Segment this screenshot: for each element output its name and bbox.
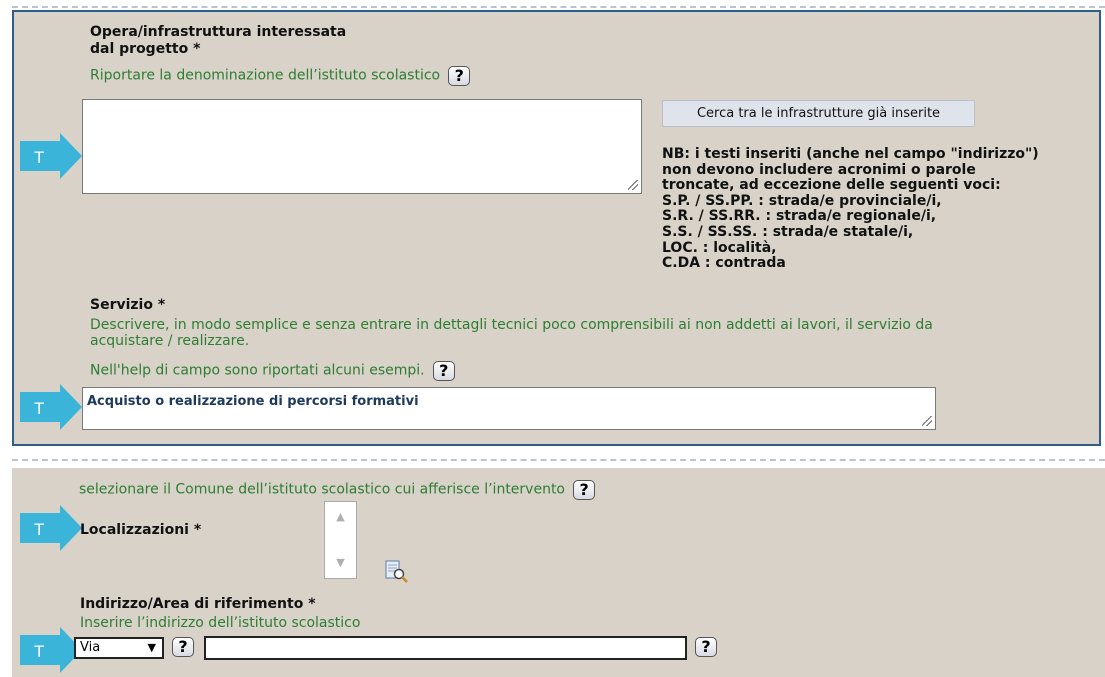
lookup-search-icon[interactable] <box>384 560 410 584</box>
nb-line: S.P. / SS.PP. : strada/e provinciale/i, <box>662 192 942 209</box>
badge-letter: T <box>34 148 44 167</box>
address-input[interactable] <box>204 636 687 660</box>
resize-grip-icon[interactable] <box>922 416 932 426</box>
servizio-hint-row: Nell'help di campo sono riportati alcuni… <box>90 361 455 381</box>
opera-hint-row: Riportare la denominazione dell’istituto… <box>90 66 471 86</box>
servizio-hint-line3: Nell'help di campo sono riportati alcuni… <box>90 362 425 379</box>
servizio-label: Servizio * <box>90 297 166 313</box>
resize-grip-icon[interactable] <box>628 180 638 190</box>
badge-letter: T <box>34 399 44 418</box>
badge-letter: T <box>34 642 44 661</box>
street-type-select[interactable]: Via ▼ <box>74 637 164 659</box>
nb-line: troncate, ad eccezione delle seguenti vo… <box>662 177 1001 194</box>
opera-label-line1: Opera/infrastruttura interessata <box>90 24 347 40</box>
nb-notes: NB: i testi inseriti (anche nel campo "i… <box>662 146 1102 272</box>
top-divider <box>12 6 1105 8</box>
localizzazione-hint: selezionare il Comune dell’istituto scol… <box>79 481 566 498</box>
help-icon[interactable]: ? <box>695 637 717 657</box>
badge-letter: T <box>34 520 44 539</box>
nb-line: S.R. / SS.RR. : strada/e regionale/i, <box>662 208 937 225</box>
text-field-badge: T <box>20 133 88 179</box>
search-infrastructure-button[interactable]: Cerca tra le infrastrutture già inserite <box>662 100 975 127</box>
help-icon[interactable]: ? <box>432 361 455 381</box>
opera-label-line2: dal progetto * <box>90 41 201 57</box>
scroll-up-icon[interactable]: ▲ <box>325 506 356 528</box>
nb-line: non devono includere acronimi o parole <box>662 161 976 178</box>
help-icon[interactable]: ? <box>448 66 471 86</box>
street-type-value: Via <box>80 640 101 655</box>
servizio-hint-line2: acquistare / realizzare. <box>90 333 250 349</box>
localizzazione-hint-row: selezionare il Comune dell’istituto scol… <box>79 480 596 500</box>
indirizzo-hint: Inserire l’indirizzo dell’istituto scola… <box>80 615 361 631</box>
nb-line: C.DA : contrada <box>662 255 786 272</box>
nb-line: LOC. : località, <box>662 239 777 256</box>
indirizzo-label: Indirizzo/Area di riferimento * <box>80 596 316 612</box>
nb-line: S.S. / SS.SS. : strada/e statale/i, <box>662 223 914 240</box>
text-field-badge: T <box>20 384 88 430</box>
help-icon[interactable]: ? <box>573 480 596 500</box>
localizzazioni-listbox[interactable]: ▲ ▼ <box>324 501 357 579</box>
nb-line: NB: i testi inseriti (anche nel campo "i… <box>662 146 1039 162</box>
localizzazioni-label: Localizzazioni * <box>80 522 202 538</box>
opera-textarea[interactable] <box>82 99 642 194</box>
servizio-textarea-value: Acquisto o realizzazione di percorsi for… <box>87 394 419 409</box>
help-icon[interactable]: ? <box>172 637 194 657</box>
chevron-down-icon: ▼ <box>147 641 156 654</box>
scroll-down-icon[interactable]: ▼ <box>325 552 356 574</box>
servizio-textarea[interactable]: Acquisto o realizzazione di percorsi for… <box>82 387 936 430</box>
opera-hint: Riportare la denominazione dell’istituto… <box>90 67 441 84</box>
section-divider <box>12 459 1105 461</box>
text-field-badge: T <box>20 505 88 551</box>
servizio-hint-line1: Descrivere, in modo semplice e senza ent… <box>90 317 933 333</box>
